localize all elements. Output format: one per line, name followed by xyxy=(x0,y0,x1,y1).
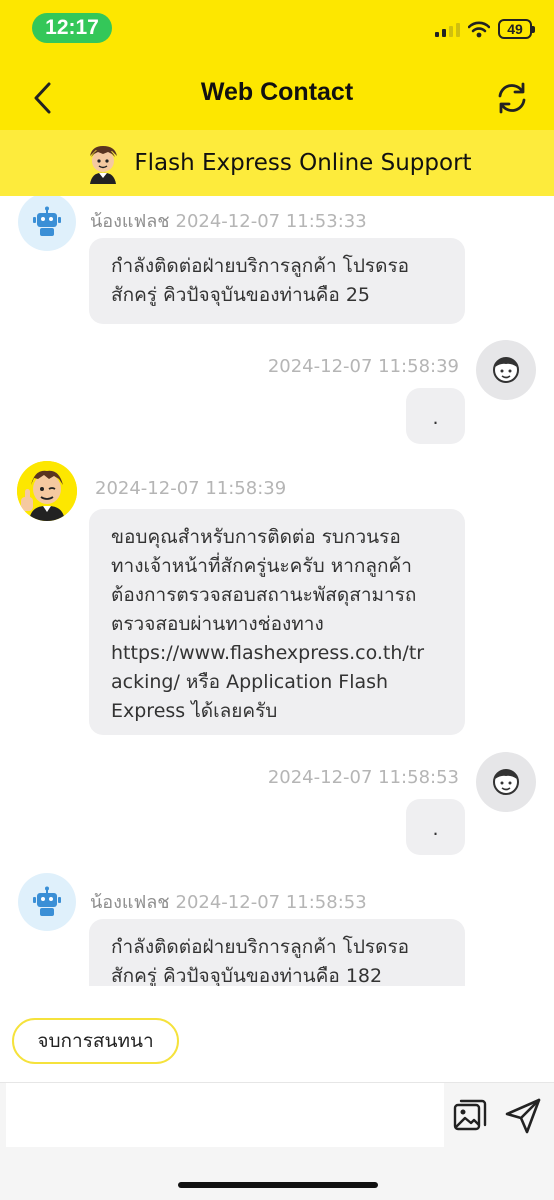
message-line: สักครู่ คิวปัจจุบันของท่านคือ 25 xyxy=(111,284,371,306)
message-line: https://www.flashexpress.co.th/tr xyxy=(111,642,425,664)
message-bubble: กำลังติดต่อฝ่ายบริการลูกค้า โปรดรอ สักคร… xyxy=(89,238,465,324)
message-meta: น้องแฟลช 2024-12-07 11:53:33 xyxy=(90,206,367,235)
message-line: acking/ หรือ Application Flash xyxy=(111,671,389,693)
sender-name: น้องแฟลช xyxy=(90,211,170,232)
message-line: ทางเจ้าหน้าที่สักครู่นะครับ หากลูกค้า xyxy=(111,555,412,577)
message-line: กำลังติดต่อฝ่ายบริการลูกค้า โปรดรอ xyxy=(111,936,410,958)
message-line: ขอบคุณสำหรับการติดต่อ รบกวนรอ xyxy=(111,526,401,548)
message-time: 2024-12-07 11:53:33 xyxy=(175,211,367,232)
message-time: 2024-12-07 11:58:39 xyxy=(95,478,287,499)
smiley-face-icon xyxy=(493,357,519,383)
status-indicators: 49 xyxy=(435,14,535,44)
support-banner: Flash Express Online Support xyxy=(0,130,554,196)
message-time: 2024-12-07 11:58:39 xyxy=(267,356,459,377)
message-bubble: ขอบคุณสำหรับการติดต่อ รบกวนรอ ทางเจ้าหน้… xyxy=(89,509,465,735)
message-line: Express ได้เลยครับ xyxy=(111,700,278,722)
mascot-icon xyxy=(17,461,77,521)
wifi-icon xyxy=(468,21,490,37)
user-avatar xyxy=(476,340,536,400)
robot-icon xyxy=(33,886,61,916)
sender-name: น้องแฟลช xyxy=(90,892,170,913)
bot-avatar xyxy=(18,196,76,251)
message-time: 2024-12-07 11:58:53 xyxy=(175,892,367,913)
message-time: 2024-12-07 11:58:53 xyxy=(267,767,459,788)
chat-area[interactable]: น้องแฟลช 2024-12-07 11:53:33 กำลังติดต่อฝ… xyxy=(0,196,554,986)
bot-avatar xyxy=(18,873,76,931)
robot-icon xyxy=(33,206,61,236)
refresh-icon[interactable] xyxy=(494,80,530,116)
message-bubble: . xyxy=(406,388,465,444)
cellular-signal-icon xyxy=(435,21,460,37)
message-line: ต้องการตรวจสอบสถานะพัสดุสามารถ xyxy=(111,584,417,606)
message-line: กำลังติดต่อฝ่ายบริการลูกค้า โปรดรอ xyxy=(111,255,410,277)
home-indicator xyxy=(178,1182,378,1188)
message-bubble: . xyxy=(406,799,465,855)
send-icon[interactable] xyxy=(504,1097,542,1135)
mascot-icon xyxy=(90,146,118,184)
banner-title: Flash Express Online Support xyxy=(134,150,472,176)
image-upload-icon[interactable] xyxy=(452,1098,488,1134)
message-line: ตรวจสอบผ่านทางช่องทาง xyxy=(111,613,324,635)
message-meta: น้องแฟลช 2024-12-07 11:58:53 xyxy=(90,887,367,916)
battery-icon: 49 xyxy=(498,19,535,39)
user-avatar xyxy=(476,752,536,812)
message-bubble: กำลังติดต่อฝ่ายบริการลูกค้า โปรดรอ สักคร… xyxy=(89,919,465,986)
status-time: 12:17 xyxy=(32,13,112,43)
message-input[interactable] xyxy=(6,1083,444,1147)
agent-avatar xyxy=(17,461,77,521)
top-bar: 12:17 49 Web Contact xyxy=(0,0,554,130)
end-chat-button[interactable]: จบการสนทนา xyxy=(12,1018,179,1064)
smiley-face-icon xyxy=(493,769,519,795)
page-title: Web Contact xyxy=(200,78,354,106)
message-line: สักครู่ คิวปัจจุบันของท่านคือ 182 xyxy=(111,965,383,986)
